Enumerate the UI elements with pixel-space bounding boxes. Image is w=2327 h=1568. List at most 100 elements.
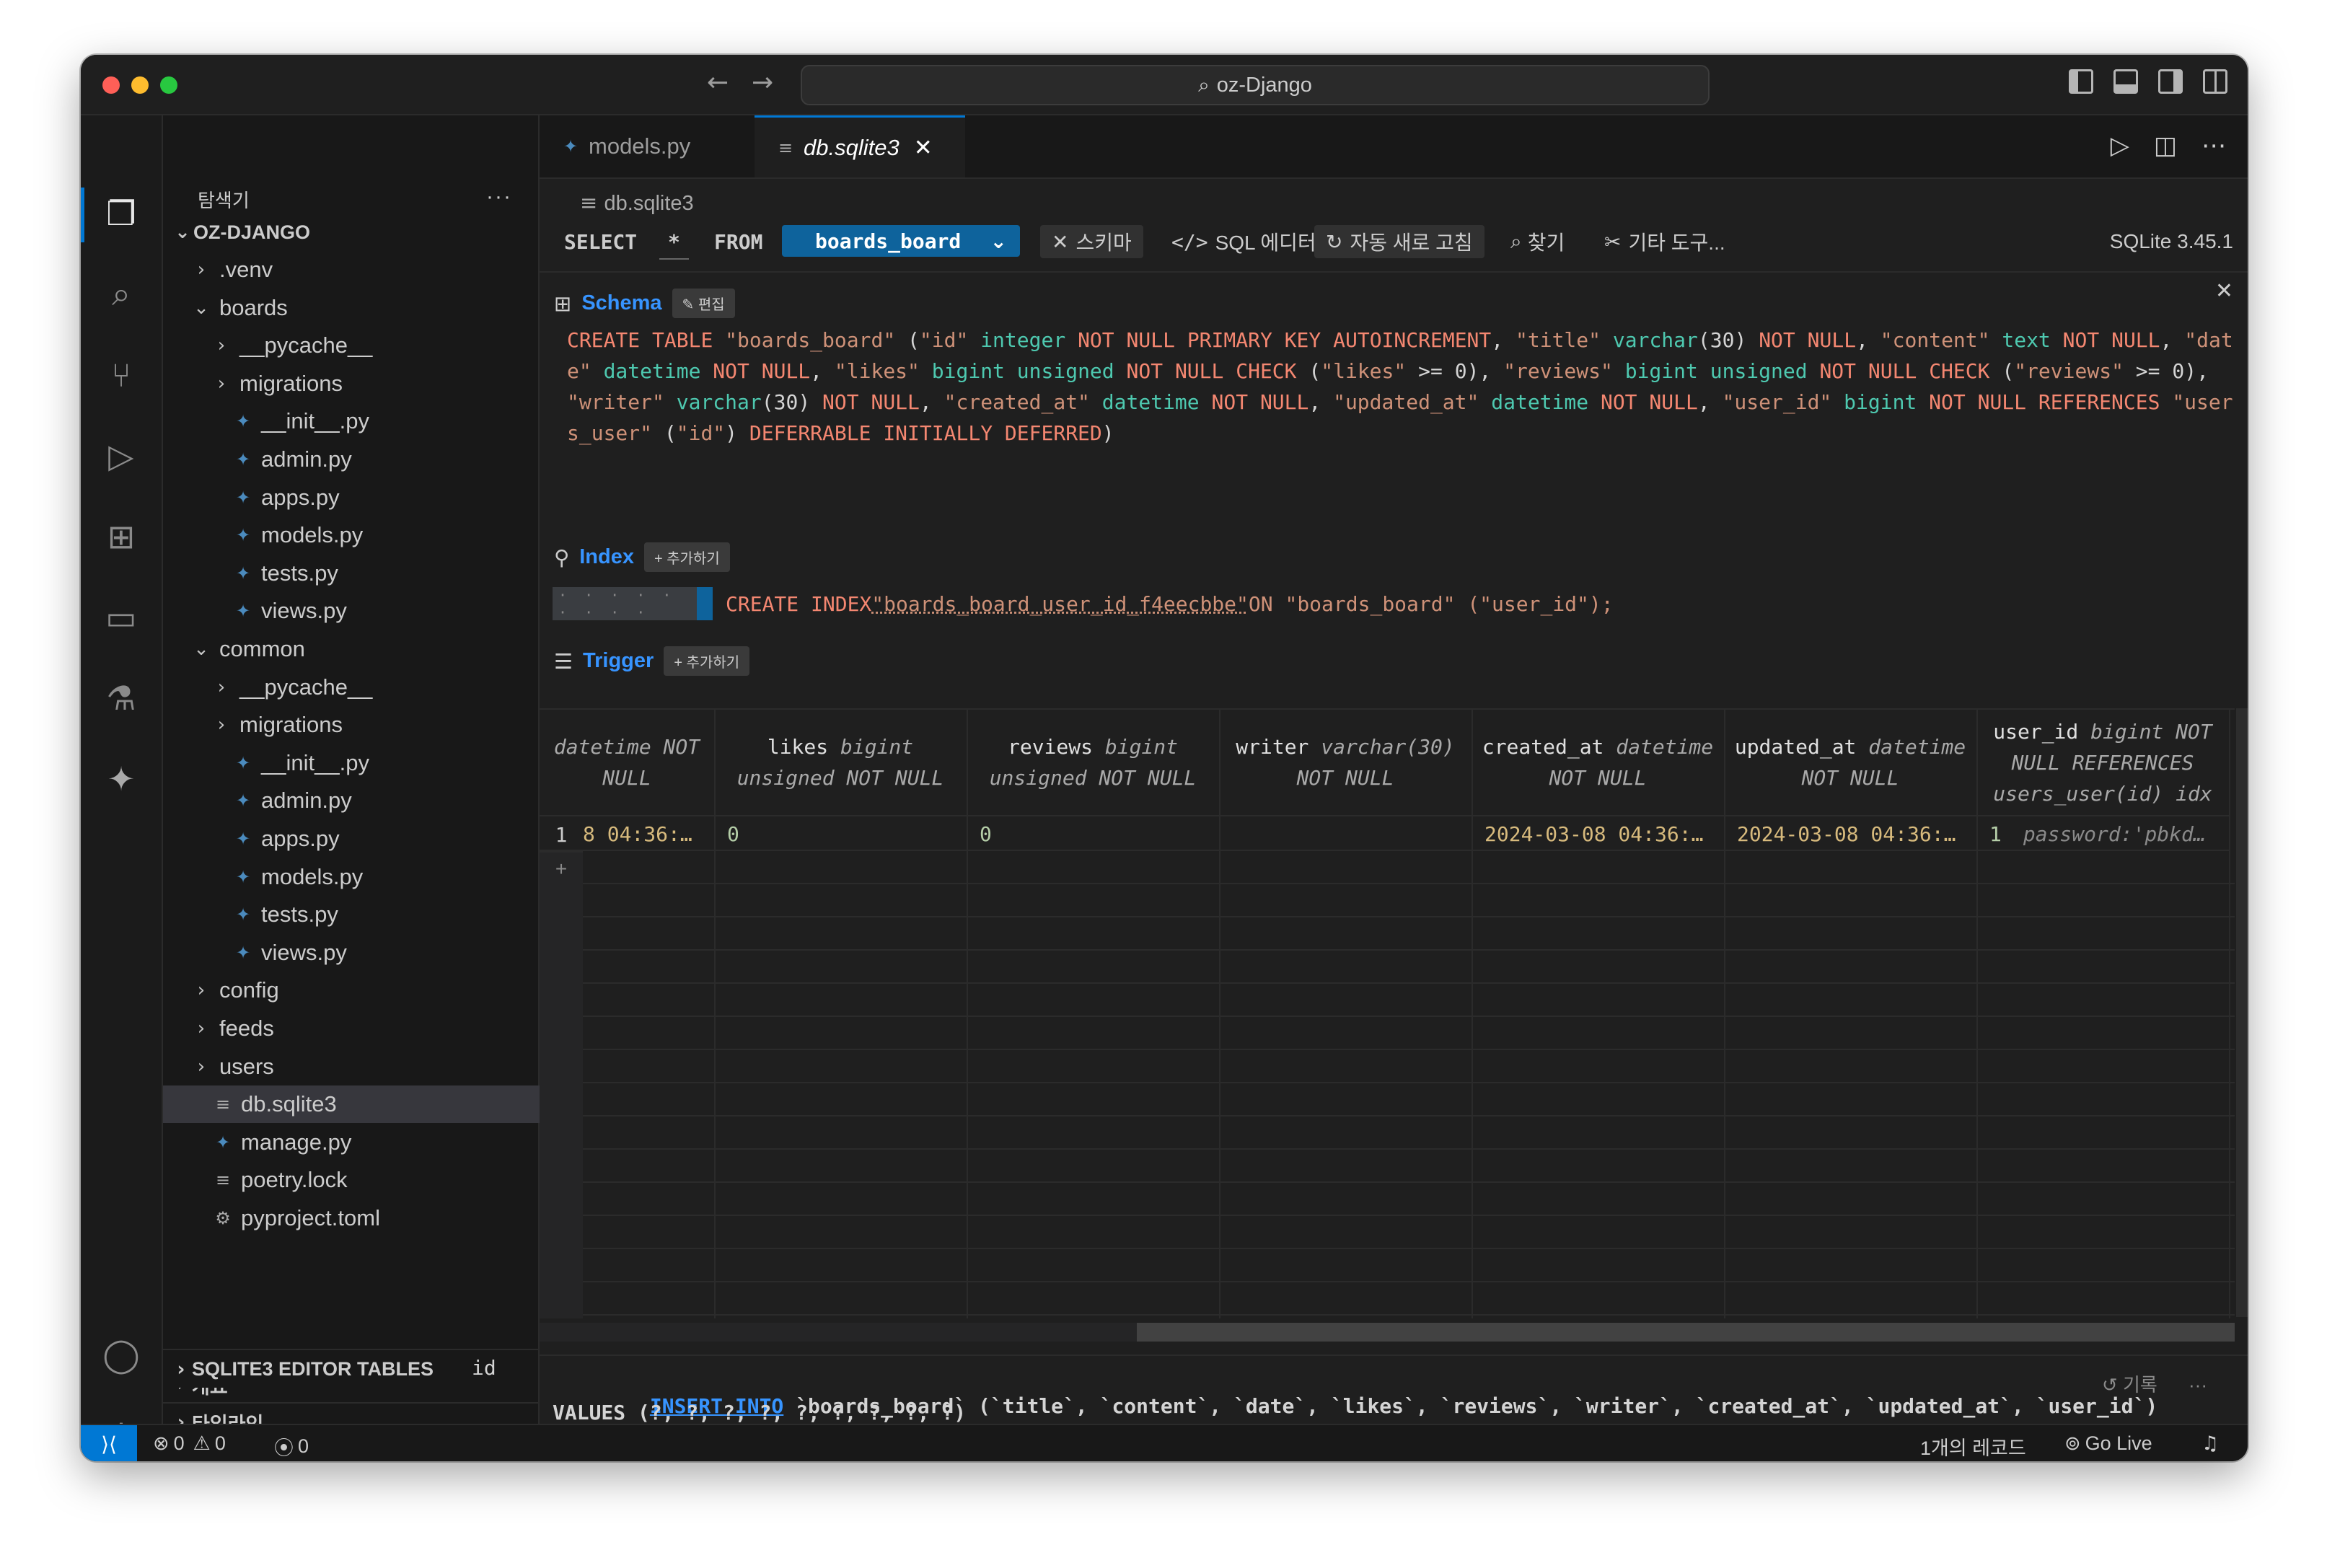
table-select[interactable]: boards_board ⌄ bbox=[782, 225, 1020, 257]
column-header[interactable]: user_id bigint NOT NULL REFERENCES users… bbox=[1976, 710, 2229, 816]
maximize-window-button[interactable] bbox=[160, 76, 177, 94]
tree-item[interactable]: ✦ tests.py bbox=[163, 555, 586, 592]
sql-panel[interactable]: INSERT INTO `boards_board` (`title`, `co… bbox=[540, 1355, 2248, 1425]
tab-models-py[interactable]: ✦ models.py bbox=[540, 115, 755, 177]
record-count[interactable]: 1개의 레코드 bbox=[1920, 1432, 2026, 1461]
tree-item[interactable]: ✦ __init__.py bbox=[163, 402, 586, 440]
tree-item[interactable]: ✦ __init__.py bbox=[163, 744, 586, 782]
scroll-thumb[interactable] bbox=[1137, 1323, 2235, 1342]
tree-item[interactable]: ✦ views.py bbox=[163, 592, 586, 630]
command-center-search[interactable]: ⌕ oz-Django bbox=[801, 65, 1710, 105]
column-selector[interactable]: * bbox=[659, 225, 689, 260]
tree-item[interactable]: ✦ manage.py bbox=[163, 1124, 566, 1161]
add-index-button[interactable]: + 추가하기 bbox=[644, 542, 730, 572]
tree-item[interactable]: ⌄ common bbox=[163, 630, 566, 668]
column-header[interactable]: writer varchar(30) NOT NULL bbox=[1219, 710, 1472, 816]
remote-explorer-icon[interactable]: ▭ bbox=[100, 596, 143, 639]
breadcrumb[interactable]: ≡ db.sqlite3 bbox=[580, 190, 694, 216]
python-icon[interactable]: ✦ bbox=[100, 757, 143, 801]
table-cell[interactable]: 0 bbox=[967, 818, 1219, 851]
table-cell[interactable]: 1 password:'pbkd… bbox=[1976, 818, 2229, 851]
run-debug-icon[interactable]: ▷ bbox=[100, 434, 143, 477]
tree-item[interactable]: › config bbox=[163, 972, 566, 1009]
tree-item[interactable]: ✦ tests.py bbox=[163, 896, 586, 933]
column-header[interactable]: reviews bigint unsigned NOT NULL bbox=[967, 710, 1219, 816]
minimize-window-button[interactable] bbox=[131, 76, 149, 94]
schema-toggle-button[interactable]: ✕ 스키마 bbox=[1040, 225, 1143, 258]
column-header[interactable]: created_at datetime NOT NULL bbox=[1472, 710, 1724, 816]
forward-arrow-icon[interactable]: → bbox=[752, 68, 773, 97]
history-button[interactable]: ↺ 기록 ··· bbox=[2102, 1370, 2207, 1397]
tree-item[interactable]: ≡ poetry.lock bbox=[163, 1161, 566, 1199]
trigger-header: ☰ Trigger + 추가하기 bbox=[554, 646, 750, 676]
tree-item[interactable]: ✦ admin.py bbox=[163, 441, 586, 478]
remote-indicator-icon[interactable]: ⟩⟨ bbox=[81, 1425, 137, 1461]
index-drag-handle[interactable]: · · · · · · · · · bbox=[553, 586, 713, 621]
tree-item[interactable]: ⚙ pyproject.toml bbox=[163, 1199, 566, 1237]
auto-refresh-button[interactable]: ↻ 자동 새로 고침 bbox=[1314, 225, 1484, 258]
foreign-key-preview: password:'pbkd… bbox=[2023, 822, 2206, 846]
tree-item[interactable]: ✦ models.py bbox=[163, 516, 586, 554]
tree-item[interactable]: ≡ db.sqlite3 bbox=[163, 1085, 566, 1124]
accounts-icon[interactable]: ◯ bbox=[100, 1333, 143, 1376]
index-name[interactable]: "boards_board_user_id_f4eecbbe" bbox=[871, 592, 1249, 616]
grid-horizontal-scrollbar[interactable] bbox=[540, 1323, 2235, 1342]
other-tools-button[interactable]: ✂ 기타 도구... bbox=[1604, 225, 1725, 258]
grid-column: updated_at datetime NOT NULL 2024-03-08 0… bbox=[1724, 710, 1978, 1318]
grid-vertical-scrollbar[interactable] bbox=[2236, 708, 2248, 1317]
search-icon[interactable]: ⌕ bbox=[100, 273, 143, 316]
tree-item[interactable]: ✦ admin.py bbox=[163, 782, 586, 819]
column-header[interactable]: datetime NOT NULL bbox=[540, 710, 714, 816]
tree-item[interactable]: ✦ views.py bbox=[163, 934, 586, 972]
ports-indicator[interactable]: ⦿ 0 bbox=[274, 1432, 309, 1461]
find-button[interactable]: ⌕ 찾기 bbox=[1510, 225, 1565, 258]
toggle-panel-icon[interactable] bbox=[2113, 69, 2138, 94]
table-cell[interactable]: 8 04:36:… bbox=[540, 818, 714, 851]
table-cell[interactable]: 2024-03-08 04:36:… bbox=[1472, 818, 1724, 851]
table-cell[interactable]: 2024-03-08 04:36:… bbox=[1724, 818, 1976, 851]
toggle-primary-sidebar-icon[interactable] bbox=[2069, 69, 2093, 94]
add-trigger-button[interactable]: + 추가하기 bbox=[664, 646, 750, 676]
tree-item[interactable]: › feeds bbox=[163, 1010, 566, 1047]
toggle-secondary-sidebar-icon[interactable] bbox=[2158, 69, 2183, 94]
close-window-button[interactable] bbox=[102, 76, 120, 94]
tree-item[interactable]: › users bbox=[163, 1048, 566, 1085]
extensions-icon[interactable]: ⊞ bbox=[100, 515, 143, 558]
grid-column: likes bigint unsigned NOT NULL 0 bbox=[714, 710, 968, 1318]
back-arrow-icon[interactable]: ← bbox=[707, 68, 729, 97]
tree-item[interactable]: › __pycache__ bbox=[163, 327, 586, 364]
problems-indicator[interactable]: ⊗ 0 ⚠ 0 bbox=[153, 1432, 226, 1455]
column-header[interactable]: likes bigint unsigned NOT NULL bbox=[714, 710, 967, 816]
column-header[interactable]: updated_at datetime NOT NULL bbox=[1724, 710, 1976, 816]
source-control-icon[interactable]: ⑂ bbox=[100, 353, 143, 397]
schema-edit-button[interactable]: ✎ 편집 bbox=[672, 289, 735, 318]
more-actions-icon[interactable]: ⋯ bbox=[2201, 131, 2226, 160]
tree-item[interactable]: › migrations bbox=[163, 365, 586, 402]
testing-icon[interactable]: ⚗ bbox=[100, 677, 143, 720]
run-icon[interactable]: ▷ bbox=[2111, 131, 2129, 160]
tree-item[interactable]: ⌄ boards bbox=[163, 289, 566, 327]
split-editor-icon[interactable]: ◫ bbox=[2154, 131, 2177, 160]
go-live-button[interactable]: ⊚ Go Live bbox=[2064, 1432, 2152, 1455]
tree-item[interactable]: › __pycache__ bbox=[163, 669, 586, 706]
tree-item[interactable]: ✦ apps.py bbox=[163, 479, 586, 516]
tab-db-sqlite3[interactable]: ≡ db.sqlite3 ✕ bbox=[755, 115, 965, 177]
table-cell[interactable]: 0 bbox=[714, 818, 967, 851]
broadcast-icon: ⦿ bbox=[274, 1437, 294, 1460]
more-icon[interactable]: ··· bbox=[2189, 1374, 2207, 1396]
tree-item[interactable]: › .venv bbox=[163, 251, 566, 289]
workspace-root[interactable]: ⌄ OZ-DJANGO bbox=[163, 213, 547, 251]
explorer-icon[interactable]: ❐ bbox=[100, 192, 143, 235]
sql-editor-button[interactable]: </> SQL 에디터 bbox=[1171, 225, 1316, 258]
close-tab-icon[interactable]: ✕ bbox=[914, 135, 933, 161]
customize-layout-icon[interactable] bbox=[2203, 69, 2227, 94]
tree-item[interactable]: ✦ models.py bbox=[163, 858, 586, 896]
close-schema-icon[interactable]: ✕ bbox=[2215, 278, 2233, 304]
table-cell[interactable] bbox=[1219, 818, 1472, 851]
python-file-icon: ✦ bbox=[235, 829, 251, 849]
grid-column: reviews bigint unsigned NOT NULL 0 bbox=[967, 710, 1220, 1318]
tree-item[interactable]: › migrations bbox=[163, 706, 586, 744]
sidebar-more-actions-icon[interactable]: ··· bbox=[486, 185, 512, 209]
tree-item[interactable]: ✦ apps.py bbox=[163, 820, 586, 858]
notifications-bell-icon[interactable]: ♫ bbox=[2201, 1432, 2219, 1455]
